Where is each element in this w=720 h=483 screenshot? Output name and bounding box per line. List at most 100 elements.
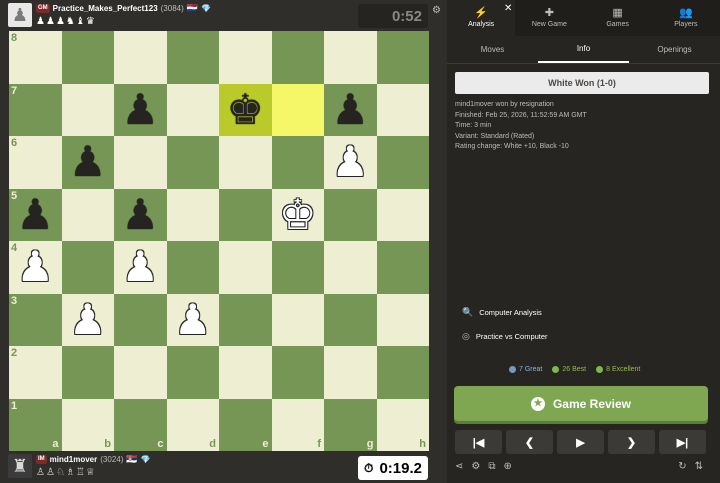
square-g8[interactable] xyxy=(324,31,377,84)
square-e3[interactable] xyxy=(219,293,272,346)
square-g3[interactable] xyxy=(324,293,377,346)
square-b4[interactable] xyxy=(61,241,114,294)
square-e2[interactable] xyxy=(219,346,272,399)
square-f5[interactable]: ♚ xyxy=(271,188,325,242)
copy-icon[interactable]: ⧉ xyxy=(488,461,495,472)
square-c5[interactable]: ♟ xyxy=(114,188,167,242)
bottom-player-avatar[interactable]: ♜ xyxy=(8,454,32,478)
square-a4[interactable]: 4 ♟ xyxy=(9,241,62,294)
subtab-info[interactable]: Info xyxy=(538,36,629,63)
rematch-icon[interactable]: ↻ xyxy=(678,461,686,472)
square-d8[interactable] xyxy=(166,31,219,84)
analysis-settings-icon[interactable]: ⚙ xyxy=(471,461,480,472)
game-review-button[interactable]: ★ Game Review xyxy=(454,386,708,421)
computer-analysis-link[interactable]: 🔍 Computer Analysis xyxy=(462,307,542,318)
square-d4[interactable] xyxy=(166,241,219,294)
square-f3[interactable] xyxy=(271,293,324,346)
square-h5[interactable] xyxy=(376,188,429,241)
square-c3[interactable] xyxy=(114,293,167,346)
white-king-f5[interactable]: ♚ xyxy=(272,189,325,242)
square-f8[interactable] xyxy=(271,31,324,84)
zoom-icon[interactable]: ⊕ xyxy=(504,461,512,472)
white-pawn-d3[interactable]: ♟ xyxy=(167,294,220,347)
play-button[interactable]: ▶ xyxy=(557,430,604,454)
square-e6[interactable] xyxy=(219,136,272,189)
black-pawn-c7[interactable]: ♟ xyxy=(114,84,167,137)
flip-board-icon[interactable]: ⇅ xyxy=(695,461,703,472)
share-icon[interactable]: ⋖ xyxy=(455,461,463,472)
subtab-moves[interactable]: Moves xyxy=(447,36,538,63)
square-f4[interactable] xyxy=(271,241,324,294)
top-player-name[interactable]: Practice_Makes_Perfect123 xyxy=(53,4,158,13)
square-a3[interactable]: 3 xyxy=(9,293,62,346)
square-a7[interactable]: 7 xyxy=(9,83,62,136)
white-pawn-g6[interactable]: ♟ xyxy=(324,136,377,189)
square-d2[interactable] xyxy=(166,346,219,399)
black-king-e7[interactable]: ♚ xyxy=(219,84,272,137)
square-g1[interactable]: g xyxy=(324,398,377,451)
practice-vs-computer-link[interactable]: ◎ Practice vs Computer xyxy=(462,331,548,342)
square-a8[interactable]: 8 xyxy=(9,31,62,84)
black-pawn-c5[interactable]: ♟ xyxy=(114,189,167,242)
square-b7[interactable] xyxy=(61,83,114,136)
square-f7[interactable] xyxy=(271,83,324,136)
square-d1[interactable]: d xyxy=(166,398,219,451)
last-move-button[interactable]: ▶| xyxy=(659,430,706,454)
square-c1[interactable]: c xyxy=(114,398,167,451)
square-d5[interactable] xyxy=(166,188,219,241)
square-e5[interactable] xyxy=(219,188,272,241)
square-b3[interactable]: ♟ xyxy=(61,293,115,347)
tab-players[interactable]: 👥 Players xyxy=(652,0,720,36)
square-h1[interactable]: h xyxy=(376,398,429,451)
white-pawn-a4[interactable]: ♟ xyxy=(9,241,62,294)
square-g7[interactable]: ♟ xyxy=(324,83,377,137)
square-f2[interactable] xyxy=(271,346,324,399)
black-pawn-a5[interactable]: ♟ xyxy=(9,189,62,242)
square-a5[interactable]: 5 ♟ xyxy=(9,188,62,242)
square-h6[interactable] xyxy=(376,136,429,189)
white-pawn-c4[interactable]: ♟ xyxy=(114,241,167,294)
square-b2[interactable] xyxy=(61,346,114,399)
square-h2[interactable] xyxy=(376,346,429,399)
square-b6[interactable]: ♟ xyxy=(61,136,115,189)
square-b1[interactable]: b xyxy=(61,398,114,451)
square-g5[interactable] xyxy=(324,188,377,241)
square-d3[interactable]: ♟ xyxy=(166,293,220,347)
square-c4[interactable]: ♟ xyxy=(114,241,167,294)
tab-games[interactable]: ▦ Games xyxy=(584,0,652,36)
board-settings-gear-icon[interactable]: ⚙ xyxy=(432,5,441,16)
top-player-avatar[interactable]: ♟ xyxy=(8,3,32,27)
square-d7[interactable] xyxy=(166,83,219,136)
square-b8[interactable] xyxy=(61,31,114,84)
square-g4[interactable] xyxy=(324,241,377,294)
next-move-button[interactable]: ❯ xyxy=(608,430,655,454)
close-icon[interactable]: ✕ xyxy=(504,3,512,14)
previous-move-button[interactable]: ❮ xyxy=(506,430,553,454)
square-g6[interactable]: ♟ xyxy=(324,136,377,189)
square-c6[interactable] xyxy=(114,136,167,189)
square-d6[interactable] xyxy=(166,136,219,189)
square-e8[interactable] xyxy=(219,31,272,84)
square-f1[interactable]: f xyxy=(271,398,324,451)
square-g2[interactable] xyxy=(324,346,377,399)
square-c8[interactable] xyxy=(114,31,167,84)
subtab-openings[interactable]: Openings xyxy=(629,36,720,63)
square-h3[interactable] xyxy=(376,293,429,346)
square-a1[interactable]: 1a xyxy=(9,398,62,451)
square-b5[interactable] xyxy=(61,188,114,241)
square-h7[interactable] xyxy=(376,83,429,136)
square-a6[interactable]: 6 xyxy=(9,136,62,189)
square-e4[interactable] xyxy=(219,241,272,294)
bottom-player-name[interactable]: mind1mover xyxy=(50,455,98,464)
tab-analysis[interactable]: ⚡ Analysis ✕ xyxy=(447,0,516,36)
chess-board[interactable]: 8 7 ♟ ♚ ♟ 6 ♟ ♟ 5 ♟ ♟ ♚ 4 ♟ ♟ 3 ♟ ♟ 2 1 a b c d e f g h xyxy=(9,31,429,451)
square-h4[interactable] xyxy=(376,241,429,294)
tab-new-game[interactable]: ✚ New Game xyxy=(515,0,583,36)
white-pawn-b3[interactable]: ♟ xyxy=(62,294,115,347)
first-move-button[interactable]: |◀ xyxy=(455,430,502,454)
square-e1[interactable]: e xyxy=(219,398,272,451)
black-pawn-g7[interactable]: ♟ xyxy=(324,84,377,137)
black-pawn-b6[interactable]: ♟ xyxy=(62,136,115,189)
square-c2[interactable] xyxy=(114,346,167,399)
square-f6[interactable] xyxy=(271,136,324,189)
